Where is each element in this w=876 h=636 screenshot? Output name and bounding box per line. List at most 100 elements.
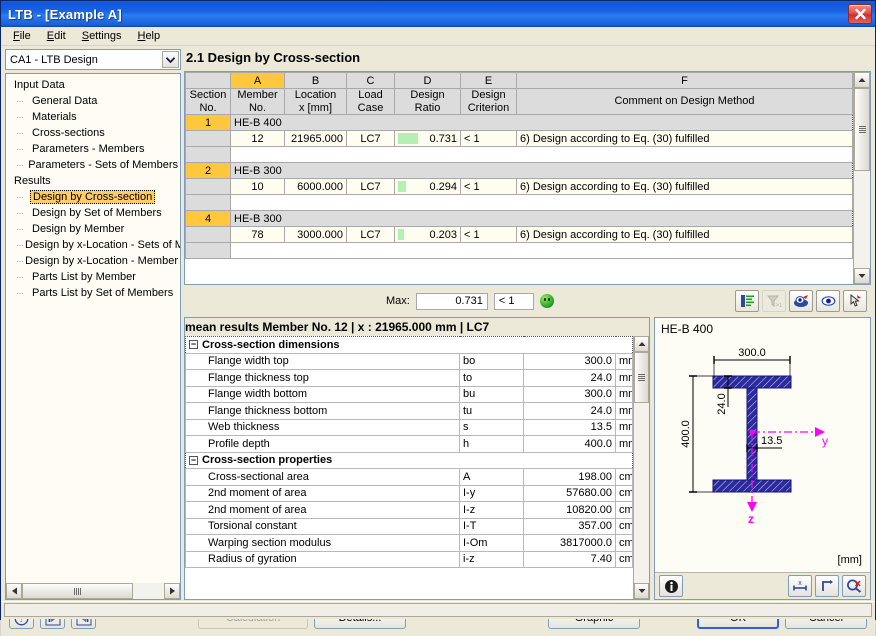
column-letter-B[interactable]: B — [284, 72, 347, 89]
section-row[interactable]: 2 HE-B 300 — [185, 162, 853, 180]
column-letter-F[interactable]: F — [516, 72, 853, 89]
sidebar-item-design-by-cross-section[interactable]: ··· Design by Cross-section — [6, 189, 180, 205]
max-criterion: < 1 — [493, 292, 534, 310]
column-letter-D[interactable]: D — [394, 72, 461, 89]
app-window: LTB - [Example A] File Edit Settings Hel… — [0, 0, 876, 636]
table-row-empty[interactable] — [185, 242, 853, 260]
details-table[interactable]: − Cross-section dimensions Flange width to… — [185, 336, 633, 568]
details-row[interactable]: Warping section modulusI-Om3817000.0cm⁶ — [185, 534, 633, 552]
hscroll-thumb[interactable] — [22, 583, 133, 599]
details-row[interactable]: 2nd moment of areaI-z10820.00cm⁴ — [185, 501, 633, 519]
info-icon[interactable] — [659, 575, 683, 597]
tree-hscrollbar[interactable] — [5, 583, 181, 600]
design-table-vscrollbar[interactable] — [853, 72, 870, 284]
result-table-icon[interactable] — [735, 290, 759, 312]
details-row[interactable]: 2nd moment of areaI-y57680.00cm⁴ — [185, 484, 633, 502]
sidebar-item-parts-list-by-member[interactable]: ··· Parts List by Member — [6, 269, 180, 285]
status-bar-field — [4, 603, 872, 617]
menu-item-help[interactable]: Help — [131, 29, 166, 43]
section-row[interactable]: 1 HE-B 400 — [185, 114, 853, 132]
design-table[interactable]: A B C D E F Section No. Member No. Location x [mm] L… — [185, 72, 853, 260]
vscroll-thumb[interactable] — [634, 352, 649, 403]
axes-icon[interactable] — [815, 575, 839, 597]
sidebar-item-parameters-sets-of-members[interactable]: ··· Parameters - Sets of Members — [6, 157, 180, 173]
tree-group-1[interactable]: Results — [6, 173, 180, 189]
close-icon — [854, 8, 866, 20]
table-row[interactable]: 12 21965.000 LC7 0.731 < 1 6) Design accordin… — [185, 130, 853, 148]
scroll-down-icon[interactable] — [634, 583, 649, 599]
menu-item-edit[interactable]: Edit — [41, 29, 72, 43]
sidebar-item-parameters-members[interactable]: ··· Parameters - Members — [6, 141, 180, 157]
scroll-left-icon[interactable] — [6, 583, 22, 599]
cross-section-graphic[interactable]: HE-B 400 [mm] 300.0 400.0 24.0 13.5 y z — [655, 318, 870, 572]
axis-z-text: z — [748, 512, 754, 524]
menu-item-settings[interactable]: Settings — [76, 29, 128, 43]
cell-load-case: LC7 — [346, 178, 395, 196]
sidebar-item-design-by-set-of-members[interactable]: ··· Design by Set of Members — [6, 205, 180, 221]
sidebar-item-parts-list-by-set-of-members[interactable]: ··· Parts List by Set of Members — [6, 285, 180, 301]
details-row[interactable]: Flange width topbo300.0mm — [185, 352, 633, 370]
sidebar-item-general-data[interactable]: ··· General Data — [6, 93, 180, 109]
details-row[interactable]: Radius of gyration i-z 7.40 cm — [185, 550, 633, 568]
hscroll-track[interactable] — [22, 583, 164, 599]
view-eye-icon[interactable] — [816, 290, 840, 312]
menu-item-file[interactable]: File — [7, 29, 37, 43]
vscroll-thumb[interactable] — [854, 88, 870, 171]
tree-group-label: Input Data — [14, 79, 65, 91]
navigation-tree[interactable]: Input Data ··· General Data ··· Materials ···… — [5, 73, 181, 583]
sidebar-item-design-by-x-location-sets-of-m[interactable]: ··· Design by x-Location - Sets of M — [6, 237, 180, 253]
table-row-empty[interactable] — [185, 194, 853, 212]
sidebar-item-materials[interactable]: ··· Materials — [6, 109, 180, 125]
ratio-value: 0.731 — [429, 132, 457, 145]
details-row[interactable]: Profile depthh400.0mm — [185, 435, 633, 453]
details-row[interactable]: Torsional constantI-T357.00cm⁴ — [185, 517, 633, 535]
cell-blank — [185, 242, 231, 260]
case-select[interactable]: CA1 - LTB Design — [5, 49, 181, 70]
detail-name: Flange width bottom — [185, 385, 460, 403]
cell-design-ratio: 0.203 — [394, 226, 461, 244]
collapse-icon[interactable]: − — [189, 340, 198, 350]
detail-unit: mm — [615, 369, 633, 387]
table-row[interactable]: 10 6000.000 LC7 0.294 < 1 6) Design according… — [185, 178, 853, 196]
collapse-icon[interactable]: − — [189, 455, 198, 465]
vscroll-track[interactable] — [854, 88, 870, 268]
color-legend-icon[interactable] — [789, 290, 813, 312]
details-row[interactable]: Flange width bottombu300.0mm — [185, 385, 633, 403]
details-group-row[interactable]: − Cross-section properties — [185, 451, 633, 469]
menu-help-rest: elp — [145, 30, 161, 42]
scroll-down-icon[interactable] — [854, 268, 870, 284]
scroll-up-icon[interactable] — [854, 72, 870, 88]
vscroll-track[interactable] — [634, 352, 649, 583]
scroll-right-icon[interactable] — [164, 583, 180, 599]
details-row[interactable]: Web thicknesss13.5mm — [185, 418, 633, 436]
details-row[interactable]: Flange thickness bottomtu24.0mm — [185, 402, 633, 420]
section-row[interactable]: 4 HE-B 300 — [185, 210, 853, 228]
tree-group-0[interactable]: Input Data — [6, 77, 180, 93]
dimension-icon[interactable]: x — [788, 575, 812, 597]
column-letter-none[interactable] — [185, 72, 231, 89]
select-pointer-icon[interactable] — [843, 290, 867, 312]
detail-value: 24.0 — [523, 402, 616, 420]
sidebar-item-design-by-member[interactable]: ··· Design by Member — [6, 221, 180, 237]
column-letter-C[interactable]: C — [346, 72, 395, 89]
details-row[interactable]: Flange thickness topto24.0mm — [185, 369, 633, 387]
case-select-value: CA1 - LTB Design — [10, 53, 98, 66]
zoom-icon[interactable] — [842, 575, 866, 597]
scroll-up-icon[interactable] — [634, 336, 649, 352]
details-group-row[interactable]: − Cross-section dimensions — [185, 336, 633, 354]
tree-connector-icon: ··· — [16, 223, 24, 235]
details-row[interactable]: Cross-sectional areaA198.00cm² — [185, 468, 633, 486]
table-row[interactable]: 78 3000.000 LC7 0.203 < 1 6) Design according… — [185, 226, 853, 244]
column-letter-E[interactable]: E — [460, 72, 517, 89]
close-button[interactable] — [848, 4, 872, 24]
sidebar-item-cross-sections[interactable]: ··· Cross-sections — [6, 125, 180, 141]
sidebar-item-label: Parameters - Members — [32, 143, 145, 155]
column-letter-A[interactable]: A — [230, 72, 285, 89]
filter-icon[interactable]: >1 — [762, 290, 786, 312]
details-vscrollbar[interactable] — [633, 336, 649, 599]
table-row-empty[interactable] — [185, 146, 853, 164]
cell-load-case: LC7 — [346, 226, 395, 244]
sidebar-item-design-by-x-location-member[interactable]: ··· Design by x-Location - Member — [6, 253, 180, 269]
cell-location: 21965.000 — [284, 130, 347, 148]
chevron-down-icon[interactable] — [162, 51, 179, 68]
